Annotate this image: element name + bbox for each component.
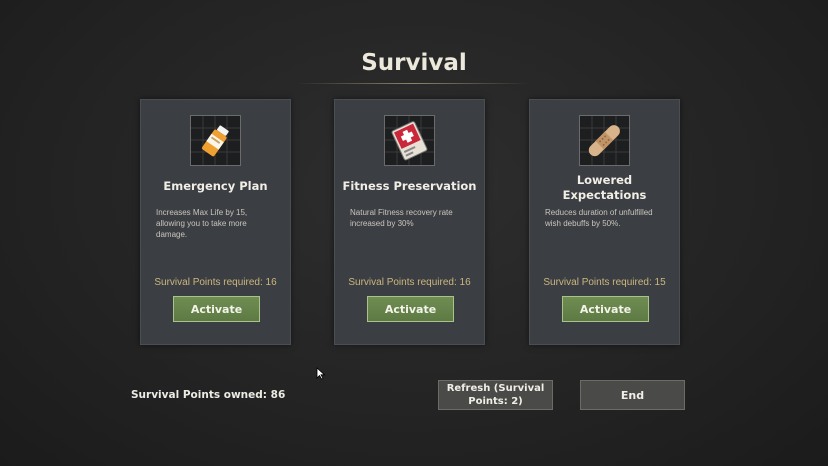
- points-required: Survival Points required: 16: [348, 277, 471, 288]
- title-divider: [297, 83, 529, 84]
- screen-title: Survival: [361, 50, 467, 76]
- first-aid-card-icon: [384, 115, 435, 166]
- activate-button[interactable]: Activate: [173, 296, 260, 322]
- perk-description: Increases Max Life by 15, allowing you t…: [156, 208, 248, 239]
- perk-name: Lowered Expectations: [562, 173, 647, 202]
- perk-name: Emergency Plan: [163, 179, 268, 193]
- end-button[interactable]: End: [580, 380, 685, 410]
- activate-button[interactable]: Activate: [367, 296, 454, 322]
- refresh-button[interactable]: Refresh (Survival Points: 2): [438, 380, 553, 410]
- perk-card-emergency-plan: Emergency Plan Increases Max Life by 15,…: [140, 99, 291, 345]
- pill-bottle-icon: [190, 115, 241, 166]
- points-required: Survival Points required: 15: [543, 277, 666, 288]
- perk-card-lowered-expectations: Lowered Expectations Reduces duration of…: [529, 99, 680, 345]
- perk-card-fitness-preservation: Fitness Preservation Natural Fitness rec…: [334, 99, 485, 345]
- bandage-icon: [579, 115, 630, 166]
- points-owned: Survival Points owned: 86: [131, 389, 286, 401]
- perk-description: Natural Fitness recovery rate increased …: [350, 208, 453, 228]
- mouse-cursor-icon: [316, 367, 326, 380]
- perk-name: Fitness Preservation: [342, 179, 477, 193]
- activate-button[interactable]: Activate: [562, 296, 649, 322]
- perk-description: Reduces duration of unfulfilled wish deb…: [545, 208, 653, 228]
- points-required: Survival Points required: 16: [154, 277, 277, 288]
